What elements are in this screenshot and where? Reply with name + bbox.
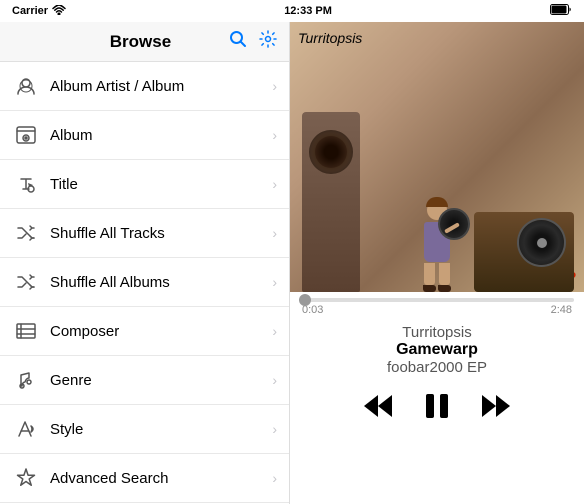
shuffle-albums-label: Shuffle All Albums [50,274,272,291]
album-art: Turritopsis foobar2000 EP [290,22,584,292]
time-row: 0:03 2:48 [300,304,574,316]
main-content: Browse [0,22,584,504]
progress-section: 0:03 2:48 [290,292,584,318]
album-icon [12,121,40,149]
track-artist: Turritopsis [387,324,487,341]
chevron-icon-5: › [272,323,277,339]
shuffle-tracks-icon [12,219,40,247]
chevron-icon-1: › [272,127,277,143]
genre-label: Genre [50,372,272,389]
advanced-search-label: Advanced Search [50,470,272,487]
composer-label: Composer [50,323,272,340]
track-info: Turritopsis Gamewarp foobar2000 EP [377,318,497,382]
left-panel: Browse [0,22,290,504]
album-artist-label: Album Artist / Album [50,78,272,95]
right-panel: Turritopsis foobar2000 EP 0:03 2:48 Turr… [290,22,584,504]
title-icon [12,170,40,198]
track-title: Gamewarp [387,341,487,359]
menu-item-album-artist[interactable]: Album Artist / Album › [0,62,289,111]
time-total: 2:48 [551,304,572,316]
status-right [550,4,572,18]
chevron-icon-3: › [272,225,277,241]
rewind-button[interactable] [362,393,394,419]
play-pause-button[interactable] [424,392,450,420]
status-bar: Carrier 12:33 PM [0,0,584,22]
menu-item-style[interactable]: Style › [0,405,289,454]
status-left: Carrier [12,5,66,18]
chevron-icon-6: › [272,372,277,388]
menu-item-title[interactable]: Title › [0,160,289,209]
forward-button[interactable] [480,393,512,419]
menu-item-genre[interactable]: Genre › [0,356,289,405]
menu-item-album[interactable]: Album › [0,111,289,160]
menu-item-shuffle-albums[interactable]: Shuffle All Albums › [0,258,289,307]
chevron-icon-8: › [272,470,277,486]
player-controls [342,382,532,436]
menu-list: Album Artist / Album › Album › [0,62,289,504]
advanced-search-icon [12,464,40,492]
album-art-title: Turritopsis [298,30,576,46]
search-icon[interactable] [229,30,247,53]
progress-thumb[interactable] [299,294,311,306]
track-album: foobar2000 EP [387,359,487,376]
chevron-icon-7: › [272,421,277,437]
battery-icon [550,4,572,18]
progress-bar[interactable] [300,298,574,302]
shuffle-tracks-label: Shuffle All Tracks [50,225,272,242]
settings-icon[interactable] [259,30,277,53]
title-label: Title [50,176,272,193]
chevron-icon-2: › [272,176,277,192]
menu-item-composer[interactable]: Composer › [0,307,289,356]
style-label: Style [50,421,272,438]
wifi-icon [52,5,66,18]
browse-header-icons [229,30,277,53]
browse-title: Browse [52,32,229,52]
menu-item-advanced-search[interactable]: Advanced Search › [0,454,289,503]
menu-item-shuffle-tracks[interactable]: Shuffle All Tracks › [0,209,289,258]
status-time: 12:33 PM [284,5,332,17]
chevron-icon-0: › [272,78,277,94]
chevron-icon-4: › [272,274,277,290]
composer-icon [12,317,40,345]
style-icon [12,415,40,443]
genre-icon [12,366,40,394]
album-artist-icon [12,72,40,100]
browse-header: Browse [0,22,289,62]
carrier-label: Carrier [12,5,48,17]
album-label: Album [50,127,272,144]
shuffle-albums-icon [12,268,40,296]
